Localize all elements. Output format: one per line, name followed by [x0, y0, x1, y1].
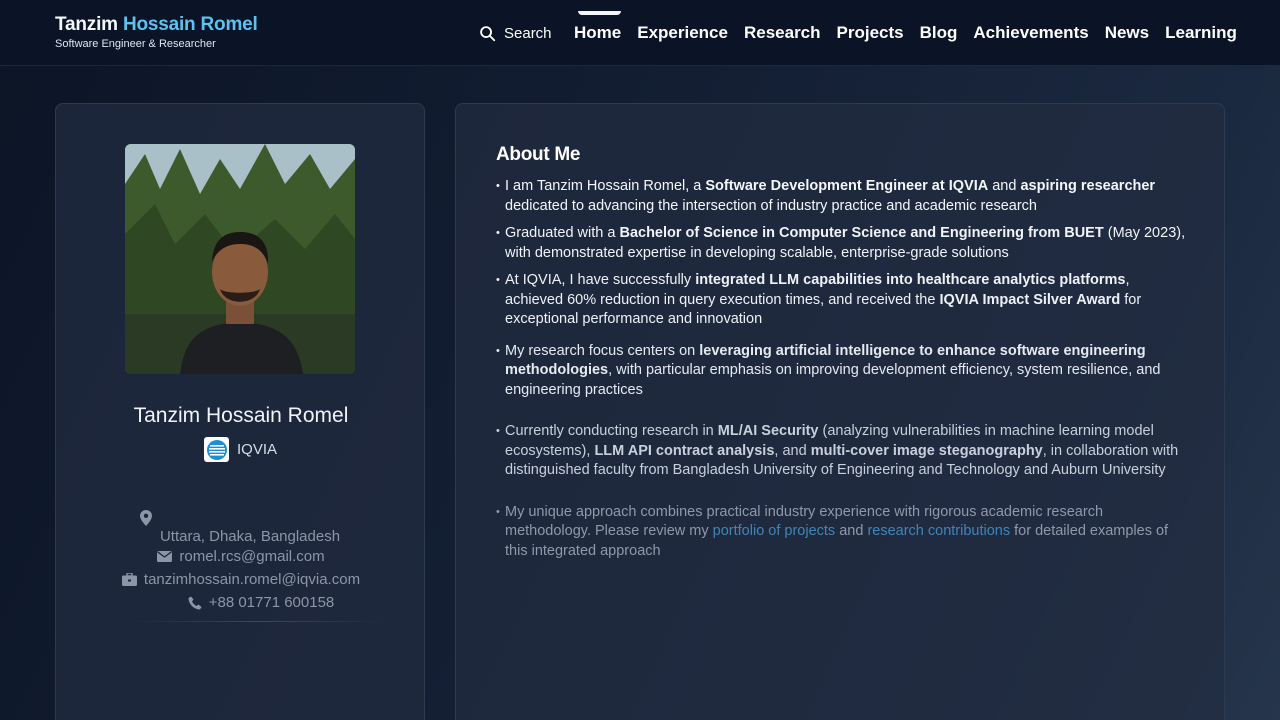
map-pin-icon — [140, 510, 152, 526]
nav-research[interactable]: Research — [744, 20, 821, 46]
bullet-highlight: multi-cover image steganography — [810, 442, 1043, 459]
bullet-text: Graduated with a — [505, 225, 620, 241]
nav-learning[interactable]: Learning — [1165, 20, 1237, 46]
contact-phone[interactable]: +88 01771 600158 — [56, 594, 426, 611]
bullet-text: and — [835, 523, 868, 539]
nav-projects[interactable]: Projects — [837, 20, 904, 46]
contact-location: Uttara, Dhaka, Bangladesh — [56, 510, 426, 545]
bullet-highlight: Bachelor of Science in Computer Science … — [619, 225, 1104, 241]
main-nav: Home Experience Research Projects Blog A… — [574, 11, 1237, 46]
portfolio-link[interactable]: portfolio of projects — [713, 523, 836, 539]
about-bullet-5: Currently conducting research in ML/AI S… — [496, 422, 1186, 481]
briefcase-icon — [121, 573, 137, 586]
email-personal-text: romel.rcs@gmail.com — [179, 548, 325, 565]
about-bullet-6: My unique approach combines practical in… — [496, 503, 1186, 562]
nav-home[interactable]: Home — [574, 11, 622, 46]
contact-divider — [131, 621, 386, 622]
about-card: About Me I am Tanzim Hossain Romel, a So… — [455, 103, 1225, 720]
about-bullet-1: I am Tanzim Hossain Romel, a Software De… — [496, 177, 1186, 216]
location-text: Uttara, Dhaka, Bangladesh — [159, 528, 341, 545]
about-bullet-2: Graduated with a Bachelor of Science in … — [496, 224, 1186, 263]
bullet-text: , and — [774, 442, 811, 459]
profile-photo — [125, 144, 355, 374]
top-navbar: Tanzim Hossain Romel Software Engineer &… — [0, 0, 1280, 66]
company-name: IQVIA — [237, 441, 278, 458]
bullet-text: Currently conducting research in — [505, 423, 718, 439]
about-bullet-3: At IQVIA, I have successfully integrated… — [496, 271, 1186, 330]
bullet-highlight: Software Development Engineer at IQVIA — [705, 178, 989, 194]
bullet-text: dedicated to advancing the intersection … — [505, 197, 1037, 214]
email-work-text: tanzimhossain.romel@iqvia.com — [143, 571, 361, 588]
bullet-text: My research focus centers on — [505, 342, 700, 359]
search-icon — [480, 25, 496, 41]
nav-blog[interactable]: Blog — [920, 20, 958, 46]
search-button[interactable]: Search — [479, 22, 552, 44]
company-badge[interactable]: IQVIA — [204, 437, 277, 462]
bullet-text: I am Tanzim Hossain Romel, a — [505, 178, 706, 194]
bullet-highlight: integrated LLM capabilities into healthc… — [695, 272, 1126, 288]
phone-text: +88 01771 600158 — [208, 594, 335, 611]
bullet-text: and — [988, 178, 1021, 194]
contact-email-personal[interactable]: romel.rcs@gmail.com — [56, 548, 426, 565]
site-brand[interactable]: Tanzim Hossain Romel Software Engineer &… — [55, 14, 258, 50]
brand-name: Tanzim Hossain Romel — [55, 14, 258, 36]
nav-achievements[interactable]: Achievements — [973, 20, 1088, 46]
bullet-highlight: IQVIA Impact Silver Award — [939, 291, 1121, 308]
iqvia-logo — [204, 437, 229, 462]
research-link[interactable]: research contributions — [867, 523, 1010, 539]
about-list: I am Tanzim Hossain Romel, a Software De… — [496, 177, 1186, 561]
bullet-text: At IQVIA, I have successfully — [505, 272, 696, 288]
bullet-highlight: aspiring researcher — [1020, 178, 1156, 194]
envelope-icon — [157, 551, 173, 562]
about-bullet-4: My research focus centers on leveraging … — [496, 342, 1186, 401]
nav-news[interactable]: News — [1105, 20, 1149, 46]
bullet-highlight: LLM API contract analysis — [594, 442, 775, 459]
contact-email-work[interactable]: tanzimhossain.romel@iqvia.com — [56, 571, 426, 588]
about-title: About Me — [496, 144, 581, 165]
nav-experience[interactable]: Experience — [637, 20, 728, 46]
brand-first-name: Tanzim — [55, 14, 118, 35]
search-label: Search — [504, 24, 552, 42]
brand-last-name: Hossain Romel — [122, 14, 258, 35]
profile-name: Tanzim Hossain Romel — [133, 404, 349, 427]
bullet-highlight: ML/AI Security — [717, 423, 819, 439]
phone-icon — [188, 596, 202, 609]
profile-card: Tanzim Hossain Romel IQVIA Uttara, Dhaka… — [55, 103, 425, 720]
brand-subtitle: Software Engineer & Researcher — [55, 38, 216, 50]
